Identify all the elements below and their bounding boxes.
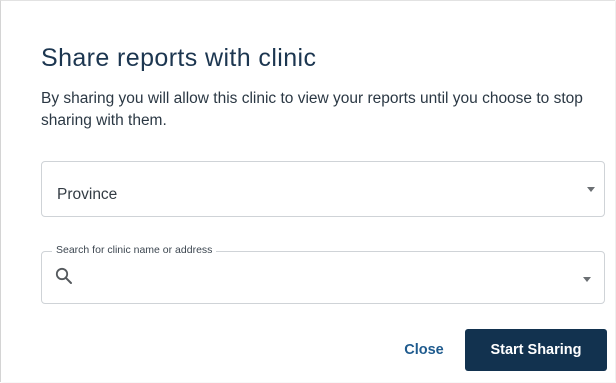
- clinic-search-field[interactable]: Search for clinic name or address: [41, 244, 605, 304]
- dialog-title: Share reports with clinic: [41, 44, 317, 72]
- chevron-down-icon[interactable]: [583, 277, 591, 282]
- chevron-down-icon: [587, 187, 595, 192]
- clinic-search-input[interactable]: [82, 262, 566, 294]
- dialog-description: By sharing you will allow this clinic to…: [41, 90, 583, 129]
- province-select-value: Province: [57, 186, 118, 203]
- search-icon: [55, 267, 72, 284]
- start-sharing-button[interactable]: Start Sharing: [465, 329, 607, 371]
- share-reports-dialog: Share reports with clinic By sharing you…: [0, 0, 615, 382]
- clinic-search-label: Search for clinic name or address: [52, 244, 217, 256]
- close-button[interactable]: Close: [394, 331, 454, 369]
- province-select[interactable]: Province: [41, 161, 605, 217]
